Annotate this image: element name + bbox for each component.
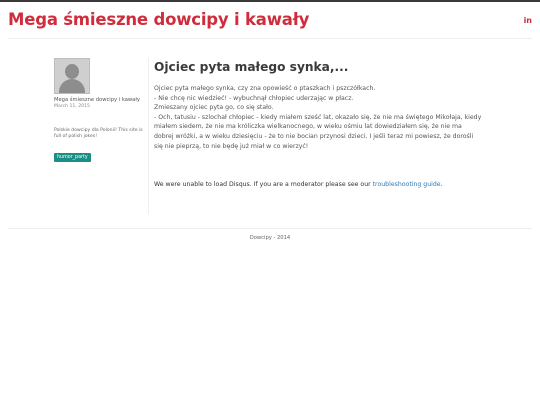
author-sidebar: Mega śmieszne dowcipy i kawały March 11,… [54,58,148,162]
avatar [54,58,90,94]
top-bar [0,0,540,2]
footer-text: Dowcipy - 2014 [249,235,291,241]
troubleshooting-guide-link[interactable]: troubleshooting guide [373,181,441,188]
linkedin-icon[interactable]: in [524,16,532,25]
footer-divider [8,228,532,229]
post-line: miałem siedem, że nie ma króliczka wielk… [154,123,462,131]
header-divider [8,38,532,39]
post-body: Ojciec pyta małego synka, czy zna opowie… [154,84,486,151]
site-title-link[interactable]: Mega śmieszne dowcipy i kawały [8,10,309,29]
post-content: Ojciec pyta małego synka,... Ojciec pyta… [154,60,486,151]
post-date: March 11, 2015 [54,103,90,109]
sidebar-divider [148,58,149,214]
avatar-head-shape [65,64,79,79]
post-line: - Och, tatusiu - szlochał chłopiec - kie… [154,113,482,121]
disqus-message-text: We were unable to load Disqus. If you ar… [154,181,373,188]
post-line: Zmieszany ojciec pyta go, co się stało. [154,104,274,112]
author-bio: Polskie dowcipy dla Polonii! This site i… [54,127,143,140]
post-line: Ojciec pyta małego synka, czy zna opowie… [154,85,376,92]
author-name[interactable]: Mega śmieszne dowcipy i kawały [54,97,148,104]
post-line: dobrej wróżki, a w wieku dziesięciu - że… [154,132,474,140]
disqus-message-suffix: . [440,181,443,188]
post-line: się nie pieprzą, to nie będę już miał w … [154,142,309,150]
post-title: Ojciec pyta małego synka,... [154,60,349,74]
avatar-body-shape [59,79,85,93]
disqus-error-message: We were unable to load Disqus. If you ar… [154,181,443,188]
post-line: - Nie chcę nic wiedzieć! - wybuchnął chł… [154,94,354,102]
tag-badge[interactable]: humor_party [54,152,91,162]
